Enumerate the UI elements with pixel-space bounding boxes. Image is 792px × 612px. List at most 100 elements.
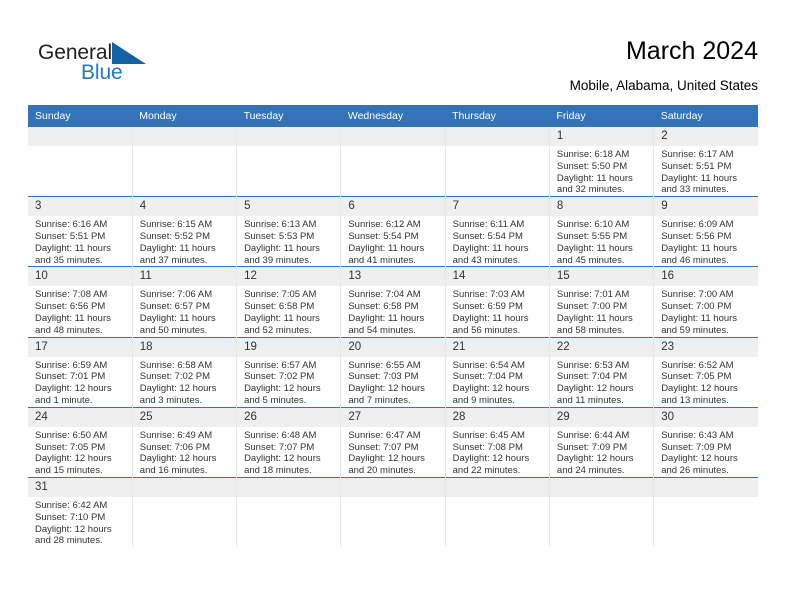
day-number: 14: [445, 267, 549, 287]
sunset-text: Sunset: 5:53 PM: [244, 230, 315, 242]
day-number: 15: [549, 267, 654, 287]
calendar-day-cell[interactable]: 26 Sunrise: 6:48 AM Sunset: 7:07 PM Dayligh…: [236, 406, 342, 478]
weekday-header-tuesday: Tuesday: [236, 105, 341, 127]
calendar-day-cell[interactable]: 22 Sunrise: 6:53 AM Sunset: 7:04 PM Dayligh…: [549, 336, 655, 408]
calendar-day-cell[interactable]: 3 Sunrise: 6:16 AM Sunset: 5:51 PM Daylight…: [28, 196, 133, 267]
calendar-week-row: 10 Sunrise: 7:08 AM Sunset: 6:56 PM Dayligh…: [28, 266, 758, 338]
calendar-day-cell[interactable]: 8 Sunrise: 6:10 AM Sunset: 5:55 PM Daylight…: [549, 196, 655, 267]
sunrise-text: Sunrise: 7:08 AM: [35, 289, 108, 301]
calendar-day-cell[interactable]: 14 Sunrise: 7:03 AM Sunset: 6:59 PM Dayligh…: [445, 266, 550, 338]
sunrise-text: Sunrise: 6:16 AM: [35, 219, 108, 231]
sunrise-text: Sunrise: 6:50 AM: [35, 429, 108, 441]
day-number: 7: [445, 197, 549, 217]
calendar-day-cell[interactable]: 19 Sunrise: 6:57 AM Sunset: 7:02 PM Dayligh…: [236, 336, 342, 408]
calendar-day-cell[interactable]: 12 Sunrise: 7:05 AM Sunset: 6:58 PM Dayligh…: [236, 266, 342, 338]
calendar-day-cell[interactable]: 29 Sunrise: 6:44 AM Sunset: 7:09 PM Dayligh…: [549, 406, 655, 478]
sunset-text: Sunset: 5:54 PM: [452, 230, 523, 242]
sunrise-text: Sunrise: 6:52 AM: [661, 359, 734, 371]
daylight-text: Daylight: 12 hours and 13 minutes.: [661, 383, 738, 406]
day-number: [445, 477, 549, 497]
calendar-day-cell[interactable]: 10 Sunrise: 7:08 AM Sunset: 6:56 PM Dayligh…: [28, 266, 133, 338]
calendar-day-cell[interactable]: 20 Sunrise: 6:55 AM Sunset: 7:03 PM Dayligh…: [340, 336, 446, 408]
day-detail: Sunrise: 6:17 AM Sunset: 5:51 PM Daylight:…: [654, 146, 758, 196]
calendar-day-cell-empty: [340, 476, 446, 548]
daylight-text: Daylight: 11 hours and 45 minutes.: [556, 242, 633, 266]
day-number: [341, 477, 445, 497]
day-number: 29: [549, 407, 654, 427]
day-number: 3: [28, 197, 132, 217]
calendar-day-cell[interactable]: 24 Sunrise: 6:50 AM Sunset: 7:05 PM Dayligh…: [28, 406, 133, 478]
day-detail: Sunrise: 6:12 AM Sunset: 5:54 PM Daylight:…: [341, 216, 444, 266]
day-number: 20: [341, 337, 445, 357]
calendar-day-cell[interactable]: 25 Sunrise: 6:49 AM Sunset: 7:06 PM Dayligh…: [132, 406, 238, 478]
day-detail: Sunrise: 6:52 AM Sunset: 7:05 PM Daylight:…: [654, 357, 758, 407]
calendar-day-cell[interactable]: 11 Sunrise: 7:06 AM Sunset: 6:57 PM Dayligh…: [132, 266, 238, 338]
calendar-day-cell[interactable]: 7 Sunrise: 6:11 AM Sunset: 5:54 PM Daylight…: [445, 196, 550, 267]
day-number: 6: [341, 197, 445, 217]
calendar-day-cell[interactable]: 1 Sunrise: 6:18 AM Sunset: 5:50 PM Daylight…: [549, 127, 655, 197]
day-detail: Sunrise: 6:49 AM Sunset: 7:06 PM Daylight:…: [133, 427, 236, 477]
calendar-day-cell[interactable]: 23 Sunrise: 6:52 AM Sunset: 7:05 PM Dayligh…: [653, 336, 758, 408]
calendar-day-cell[interactable]: 16 Sunrise: 7:00 AM Sunset: 7:00 PM Dayligh…: [653, 266, 758, 338]
sunset-text: Sunset: 7:00 PM: [556, 301, 628, 313]
calendar-day-cell[interactable]: 17 Sunrise: 6:59 AM Sunset: 7:01 PM Dayligh…: [28, 336, 133, 408]
weekday-header-monday: Monday: [132, 105, 237, 127]
day-detail: Sunrise: 6:58 AM Sunset: 7:02 PM Daylight:…: [133, 357, 236, 407]
brand-logo[interactable]: General Blue: [38, 42, 178, 90]
daylight-text: Daylight: 12 hours and 9 minutes.: [452, 383, 530, 406]
sunset-text: Sunset: 5:54 PM: [348, 230, 419, 242]
calendar-day-cell[interactable]: 27 Sunrise: 6:47 AM Sunset: 7:07 PM Dayligh…: [340, 406, 446, 478]
calendar-day-cell[interactable]: 31 Sunrise: 6:42 AM Sunset: 7:10 PM Dayligh…: [28, 476, 133, 548]
sunset-text: Sunset: 7:06 PM: [139, 441, 211, 453]
day-number: 8: [549, 197, 654, 217]
sunrise-text: Sunrise: 6:11 AM: [452, 219, 525, 231]
calendar-table: Sunday Monday Tuesday Wednesday Thursday…: [28, 105, 758, 548]
daylight-text: Daylight: 11 hours and 56 minutes.: [452, 312, 529, 336]
calendar-day-cell[interactable]: 9 Sunrise: 6:09 AM Sunset: 5:56 PM Daylight…: [653, 196, 758, 267]
sunset-text: Sunset: 7:07 PM: [244, 441, 315, 453]
calendar-day-cell[interactable]: 18 Sunrise: 6:58 AM Sunset: 7:02 PM Dayligh…: [132, 336, 238, 408]
weekday-header-saturday: Saturday: [653, 105, 758, 127]
day-number: 31: [28, 477, 132, 497]
calendar-day-cell[interactable]: 5 Sunrise: 6:13 AM Sunset: 5:53 PM Daylight…: [236, 196, 342, 267]
calendar-day-cell[interactable]: 15 Sunrise: 7:01 AM Sunset: 7:00 PM Dayligh…: [549, 266, 655, 338]
page-header: General Blue March 2024 Mobile, Alabama,…: [0, 0, 792, 100]
calendar-day-cell[interactable]: 28 Sunrise: 6:45 AM Sunset: 7:08 PM Dayligh…: [445, 406, 550, 478]
daylight-text: Daylight: 12 hours and 11 minutes.: [556, 383, 634, 406]
weekday-header-sunday: Sunday: [28, 105, 133, 127]
sunset-text: Sunset: 7:05 PM: [35, 441, 106, 453]
sunset-text: Sunset: 7:09 PM: [556, 441, 628, 453]
sunset-text: Sunset: 7:09 PM: [661, 441, 732, 453]
sunrise-text: Sunrise: 7:01 AM: [556, 289, 630, 301]
daylight-text: Daylight: 12 hours and 1 minute.: [35, 383, 112, 406]
day-number: 30: [654, 407, 758, 427]
sunset-text: Sunset: 7:00 PM: [661, 301, 732, 313]
sunrise-text: Sunrise: 7:03 AM: [452, 289, 525, 301]
day-number: 13: [341, 267, 445, 287]
day-detail: Sunrise: 7:01 AM Sunset: 7:00 PM Daylight:…: [550, 286, 653, 336]
day-detail: Sunrise: 6:59 AM Sunset: 7:01 PM Daylight:…: [28, 357, 132, 407]
calendar-day-cell[interactable]: 6 Sunrise: 6:12 AM Sunset: 5:54 PM Daylight…: [340, 196, 446, 267]
daylight-text: Daylight: 11 hours and 43 minutes.: [452, 242, 529, 266]
sunrise-text: Sunrise: 7:04 AM: [348, 289, 421, 301]
calendar-day-cell[interactable]: 4 Sunrise: 6:15 AM Sunset: 5:52 PM Daylight…: [132, 196, 238, 267]
calendar-day-cell[interactable]: 21 Sunrise: 6:54 AM Sunset: 7:04 PM Dayligh…: [445, 336, 550, 408]
sunrise-text: Sunrise: 6:15 AM: [139, 219, 213, 231]
sunrise-text: Sunrise: 7:00 AM: [661, 289, 734, 301]
daylight-text: Daylight: 11 hours and 54 minutes.: [348, 312, 425, 336]
calendar-day-cell[interactable]: 30 Sunrise: 6:43 AM Sunset: 7:09 PM Dayligh…: [653, 406, 758, 478]
calendar-day-cell-empty: [236, 127, 342, 197]
daylight-text: Daylight: 12 hours and 18 minutes.: [244, 453, 321, 477]
calendar-header-row: Sunday Monday Tuesday Wednesday Thursday…: [28, 105, 758, 127]
daylight-text: Daylight: 11 hours and 46 minutes.: [661, 242, 738, 266]
sunset-text: Sunset: 5:51 PM: [35, 230, 106, 242]
day-number: [654, 477, 758, 497]
day-number: 11: [132, 267, 237, 287]
calendar-day-cell[interactable]: 2 Sunrise: 6:17 AM Sunset: 5:51 PM Daylight…: [653, 127, 758, 197]
daylight-text: Daylight: 12 hours and 16 minutes.: [139, 453, 217, 477]
calendar-day-cell[interactable]: 13 Sunrise: 7:04 AM Sunset: 6:58 PM Dayligh…: [340, 266, 446, 338]
day-number: 10: [28, 267, 132, 287]
calendar-day-cell-empty: [445, 476, 550, 548]
sunrise-text: Sunrise: 6:49 AM: [139, 429, 213, 441]
day-number: 9: [654, 197, 758, 217]
